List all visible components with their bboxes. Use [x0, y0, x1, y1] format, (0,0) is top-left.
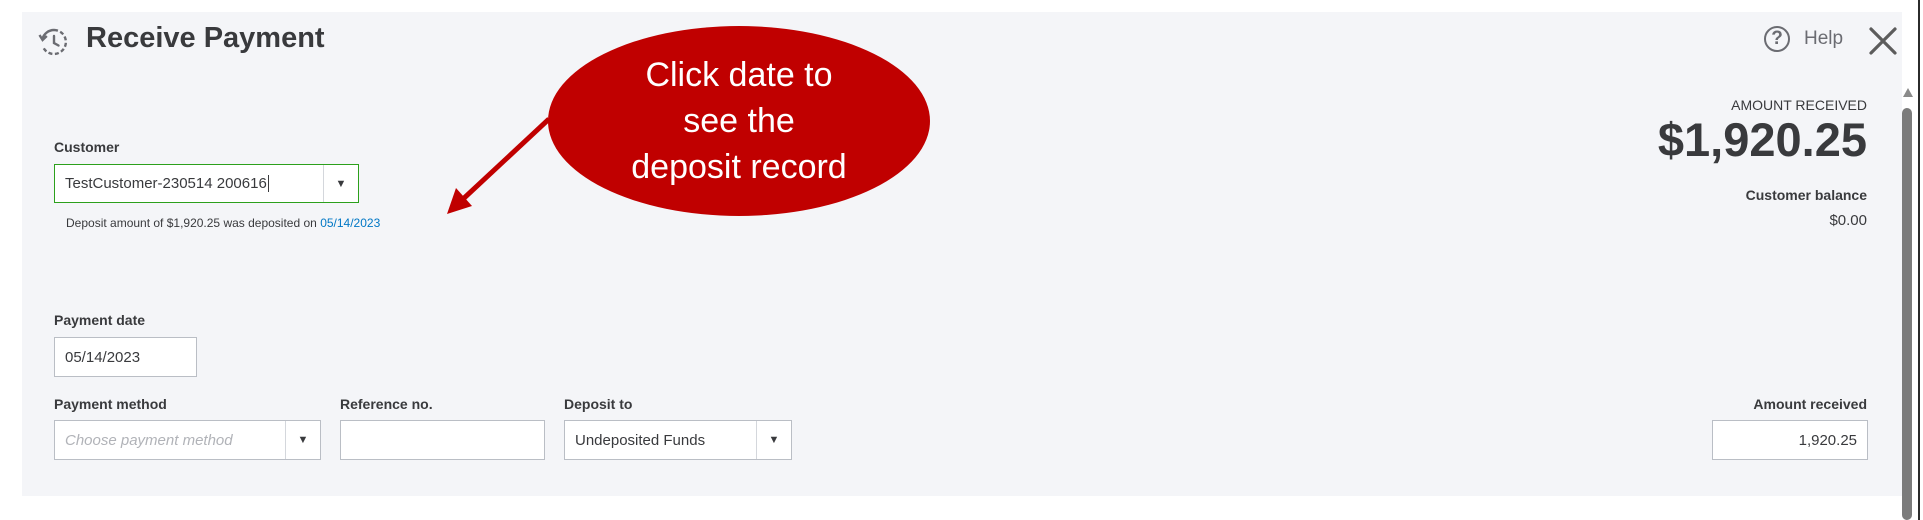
- help-button[interactable]: ? Help: [1764, 26, 1843, 52]
- payment-method-dropdown-toggle[interactable]: ▼: [285, 421, 320, 459]
- payment-method-label: Payment method: [54, 396, 167, 412]
- customer-value: TestCustomer-230514 200616: [65, 175, 267, 192]
- reference-input[interactable]: [340, 420, 545, 460]
- deposit-note-text: Deposit amount of $1,920.25 was deposite…: [66, 216, 321, 230]
- deposit-date-link[interactable]: 05/14/2023: [320, 216, 380, 230]
- deposit-to-label: Deposit to: [564, 396, 633, 412]
- chevron-down-icon: ▼: [335, 177, 347, 190]
- deposit-to-select[interactable]: Undeposited Funds ▼: [564, 420, 792, 460]
- payment-date-label: Payment date: [54, 312, 146, 328]
- annotation-callout: Click date to see the deposit record: [548, 26, 930, 216]
- amount-received-label: Amount received: [1753, 396, 1867, 412]
- deposit-to-dropdown-toggle[interactable]: ▼: [756, 421, 791, 459]
- page-title: Receive Payment: [86, 22, 325, 54]
- amount-received-total: $1,920.25: [1657, 113, 1867, 166]
- deposit-to-value: Undeposited Funds: [575, 431, 706, 449]
- chevron-down-icon: ▼: [297, 434, 309, 446]
- payment-date-value: 05/14/2023: [65, 348, 141, 366]
- window-edge: [1918, 0, 1920, 520]
- customer-select[interactable]: TestCustomer-230514 200616 ▼: [54, 164, 359, 203]
- help-icon: ?: [1764, 26, 1790, 52]
- chevron-down-icon: ▼: [768, 434, 780, 446]
- payment-method-select[interactable]: Choose payment method ▼: [54, 420, 321, 460]
- text-cursor: [267, 175, 269, 192]
- customer-balance-label: Customer balance: [1745, 187, 1867, 203]
- reference-label: Reference no.: [340, 396, 433, 412]
- amount-received-value: 1,920.25: [1798, 431, 1857, 449]
- callout-text: Click date to see the deposit record: [631, 56, 847, 186]
- payment-method-placeholder: Choose payment method: [65, 431, 233, 449]
- scrollbar-thumb[interactable]: [1902, 108, 1912, 520]
- deposit-note: Deposit amount of $1,920.25 was deposite…: [66, 216, 380, 230]
- help-label: Help: [1804, 28, 1844, 49]
- customer-balance-value: $0.00: [1829, 212, 1867, 229]
- history-icon: [38, 28, 68, 56]
- amount-received-caption: AMOUNT RECEIVED: [1731, 97, 1867, 113]
- payment-date-input[interactable]: 05/14/2023: [54, 337, 197, 377]
- scroll-up-arrow-icon[interactable]: [1903, 88, 1913, 97]
- customer-dropdown-toggle[interactable]: ▼: [323, 165, 358, 202]
- customer-label: Customer: [54, 139, 120, 155]
- amount-received-input[interactable]: 1,920.25: [1712, 420, 1868, 460]
- close-icon[interactable]: [1866, 24, 1900, 58]
